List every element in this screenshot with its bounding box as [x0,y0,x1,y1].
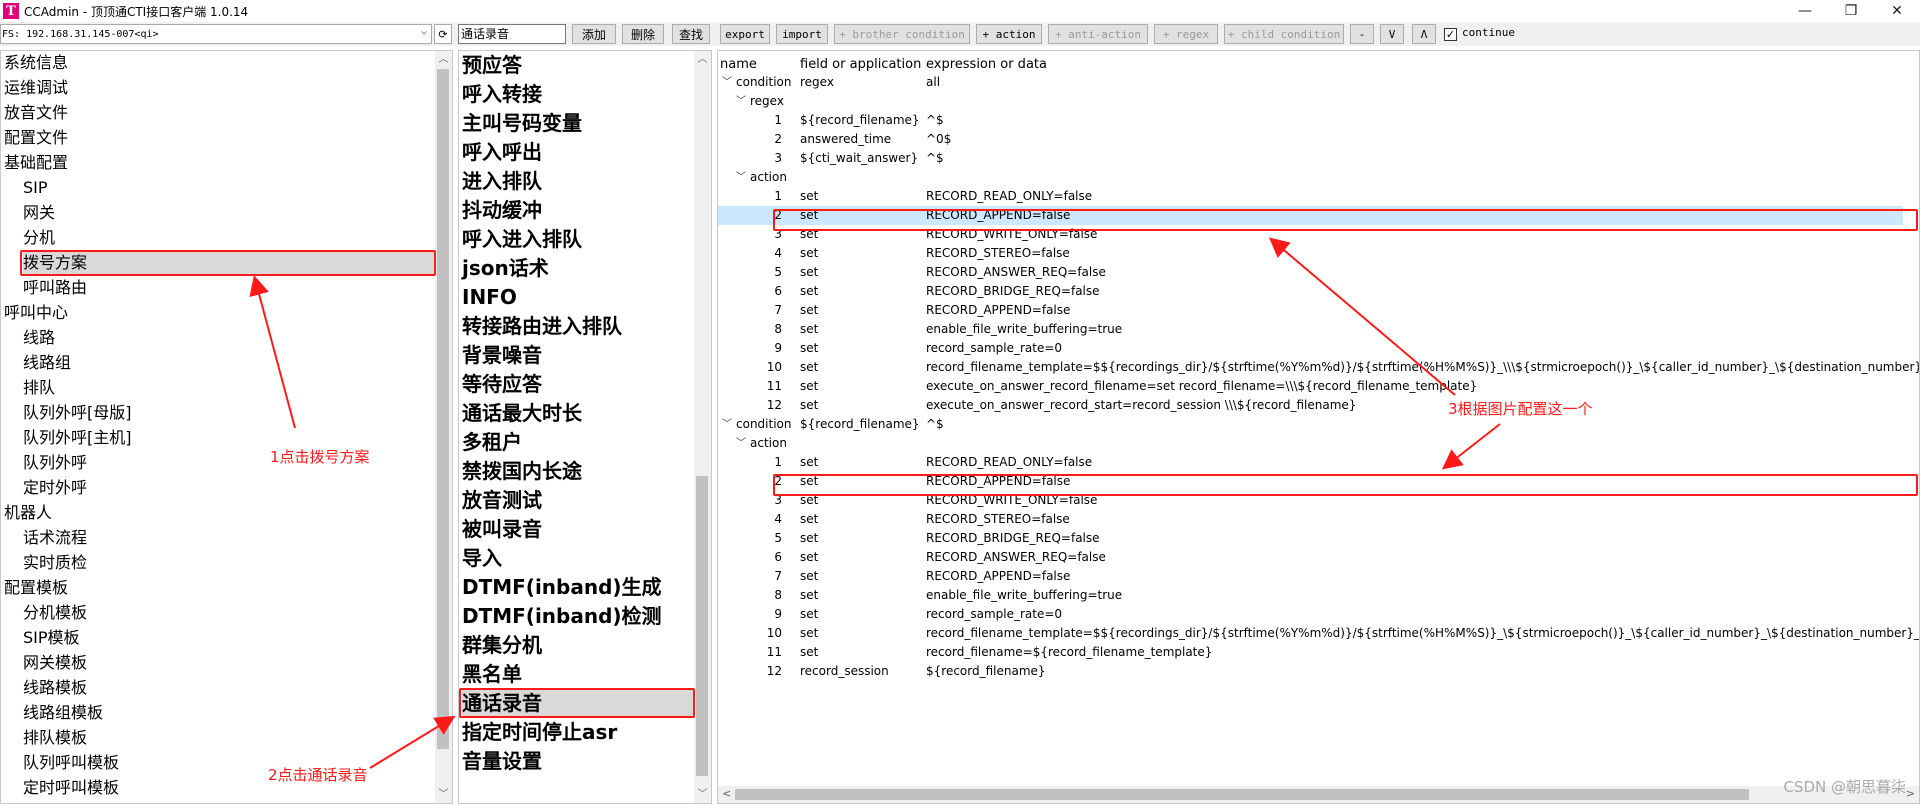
annotation-step3: 3根据图片配置这一个 [1448,400,1593,418]
arrow-step3-bottom [1441,423,1501,470]
annotation-arrows [249,237,1501,769]
arrow-step2 [369,715,456,769]
annotation-step1: 1点击拨号方案 [270,448,370,466]
arrow-step1 [249,275,296,429]
arrow-step3-top [1268,237,1456,396]
watermark: CSDN @朝思暮柒 [1783,778,1906,796]
annotation-step2: 2点击通话录音 [268,766,368,784]
